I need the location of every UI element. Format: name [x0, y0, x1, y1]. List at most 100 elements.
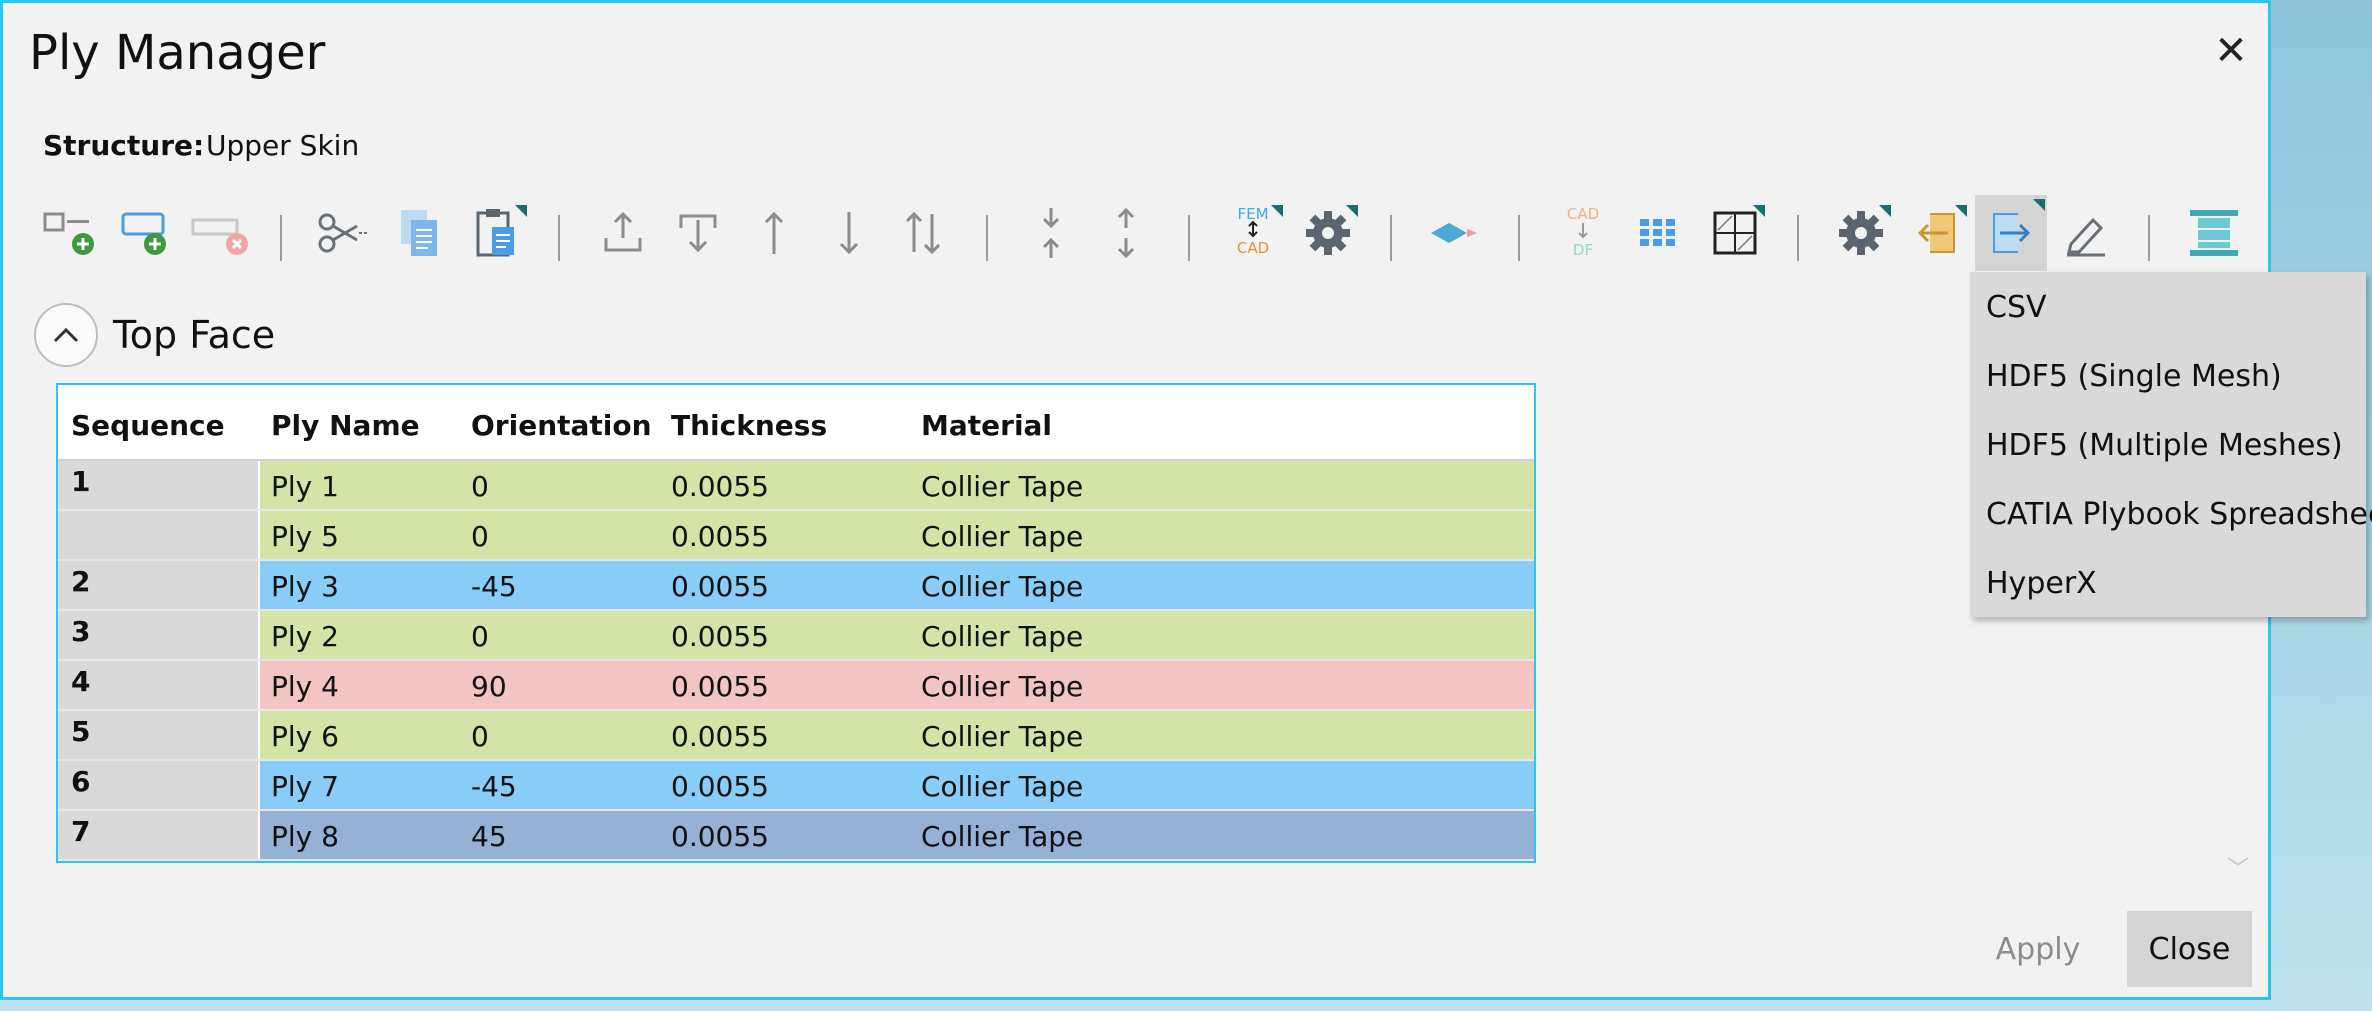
cell-sequence[interactable]: 6: [58, 761, 258, 809]
cell-thickness[interactable]: 0.0055: [671, 820, 769, 853]
structure-label: Structure:: [43, 129, 205, 162]
cell-orientation[interactable]: -45: [471, 570, 517, 603]
cell-sequence[interactable]: 1: [58, 461, 258, 509]
cell-sequence[interactable]: 7: [58, 811, 258, 859]
menu-item-hyperx[interactable]: HyperX: [1986, 566, 2097, 601]
close-button[interactable]: Close: [2127, 911, 2252, 987]
column-header-material[interactable]: Material: [921, 409, 1052, 442]
cell-ply-name[interactable]: Ply 6: [271, 720, 339, 753]
cell-ply-name[interactable]: Ply 5: [271, 520, 339, 553]
cell-ply-name[interactable]: Ply 7: [271, 770, 339, 803]
fem-cad-button[interactable]: FEM CAD: [1221, 201, 1285, 265]
swap-button[interactable]: [891, 201, 955, 265]
menu-item-hdf5-single-mesh[interactable]: HDF5 (Single Mesh): [1986, 359, 2282, 394]
cell-material[interactable]: Collier Tape: [921, 520, 1083, 553]
cad-df-button[interactable]: CAD DF: [1551, 201, 1615, 265]
cell-orientation[interactable]: 45: [471, 820, 507, 853]
cell-thickness[interactable]: 0.0055: [671, 720, 769, 753]
cell-thickness[interactable]: 0.0055: [671, 470, 769, 503]
apply-button[interactable]: Apply: [1973, 911, 2103, 987]
close-icon[interactable]: ✕: [2211, 31, 2251, 71]
table-row[interactable]: 6 Ply 7 -45 0.0055 Collier Tape: [58, 761, 1534, 811]
stack-view-button[interactable]: [2182, 201, 2246, 265]
cell-orientation[interactable]: 0: [471, 520, 489, 553]
table-row[interactable]: Ply 5 0 0.0055 Collier Tape: [58, 511, 1534, 561]
move-bottom-icon: [679, 214, 717, 253]
sequence-number: 6: [71, 765, 91, 798]
edit-button[interactable]: [2054, 201, 2118, 265]
cell-material[interactable]: Collier Tape: [921, 670, 1083, 703]
cut-button[interactable]: [311, 201, 375, 265]
settings-button[interactable]: [1296, 201, 1360, 265]
layer-button[interactable]: [1423, 201, 1487, 265]
menu-item-catia-plybook[interactable]: CATIA Plybook Spreadsheet: [1986, 497, 2372, 532]
arrow-up-icon: [764, 211, 784, 254]
cell-material[interactable]: Collier Tape: [921, 570, 1083, 603]
table-row[interactable]: 1 Ply 1 0 0.0055 Collier Tape: [58, 461, 1534, 511]
copy-button[interactable]: [388, 201, 452, 265]
move-to-top-button[interactable]: [591, 201, 655, 265]
column-header-sequence[interactable]: Sequence: [71, 409, 225, 442]
cell-ply-name[interactable]: Ply 1: [271, 470, 339, 503]
table-row[interactable]: 5 Ply 6 0 0.0055 Collier Tape: [58, 711, 1534, 761]
menu-item-hdf5-multiple-meshes[interactable]: HDF5 (Multiple Meshes): [1986, 428, 2343, 463]
split-sequence-button[interactable]: [1094, 201, 1158, 265]
scissors-icon: [318, 213, 369, 253]
cell-orientation[interactable]: 0: [471, 620, 489, 653]
column-header-orientation[interactable]: Orientation: [471, 409, 652, 442]
add-ply-button[interactable]: [37, 201, 101, 265]
cell-material[interactable]: Collier Tape: [921, 620, 1083, 653]
table-row[interactable]: 7 Ply 8 45 0.0055 Collier Tape: [58, 811, 1534, 861]
table-row[interactable]: 2 Ply 3 -45 0.0055 Collier Tape: [58, 561, 1534, 611]
move-to-bottom-button[interactable]: [666, 201, 730, 265]
scroll-down-icon[interactable]: ﹀: [2227, 851, 2249, 883]
menu-item-csv[interactable]: CSV: [1986, 290, 2047, 325]
table-row[interactable]: 4 Ply 4 90 0.0055 Collier Tape: [58, 661, 1534, 711]
paste-button[interactable]: [465, 201, 529, 265]
cell-material[interactable]: Collier Tape: [921, 820, 1083, 853]
cell-ply-name[interactable]: Ply 8: [271, 820, 339, 853]
cell-thickness[interactable]: 0.0055: [671, 620, 769, 653]
cell-sequence[interactable]: 5: [58, 711, 258, 759]
column-header-thickness[interactable]: Thickness: [671, 409, 827, 442]
remove-ply-button[interactable]: [189, 201, 253, 265]
cell-thickness[interactable]: 0.0055: [671, 570, 769, 603]
table-view-button[interactable]: [1703, 201, 1767, 265]
options-button[interactable]: [1829, 201, 1893, 265]
arrow-down-icon: [839, 212, 859, 255]
move-top-icon: [604, 211, 642, 252]
table-header: Sequence Ply Name Orientation Thickness …: [58, 385, 1534, 461]
cell-orientation[interactable]: 0: [471, 470, 489, 503]
move-up-button[interactable]: [742, 201, 806, 265]
cell-sequence[interactable]: [58, 511, 258, 559]
cell-material[interactable]: Collier Tape: [921, 720, 1083, 753]
cell-sequence[interactable]: 4: [58, 661, 258, 709]
cell-orientation[interactable]: 90: [471, 670, 507, 703]
cad-df-icon: CAD DF: [1567, 205, 1599, 259]
grid-view-button[interactable]: [1626, 201, 1690, 265]
cell-orientation[interactable]: -45: [471, 770, 517, 803]
cell-orientation[interactable]: 0: [471, 720, 489, 753]
svg-text:CAD: CAD: [1237, 239, 1269, 257]
cell-ply-name[interactable]: Ply 2: [271, 620, 339, 653]
section-toggle-button[interactable]: [34, 303, 98, 367]
cell-thickness[interactable]: 0.0055: [671, 770, 769, 803]
cell-sequence[interactable]: 2: [58, 561, 258, 609]
cell-thickness[interactable]: 0.0055: [671, 520, 769, 553]
cell-material[interactable]: Collier Tape: [921, 770, 1083, 803]
cell-material[interactable]: Collier Tape: [921, 470, 1083, 503]
move-down-button[interactable]: [817, 201, 881, 265]
chevron-up-icon: [53, 327, 79, 343]
cell-sequence[interactable]: 3: [58, 611, 258, 659]
export-button[interactable]: [1975, 195, 2047, 271]
copy-icon: [401, 210, 437, 256]
cell-thickness[interactable]: 0.0055: [671, 670, 769, 703]
import-button[interactable]: [1905, 201, 1969, 265]
column-header-ply-name[interactable]: Ply Name: [271, 409, 420, 442]
export-icon: [1993, 213, 2031, 253]
add-group-button[interactable]: [115, 201, 179, 265]
table-row[interactable]: 3 Ply 2 0 0.0055 Collier Tape: [58, 611, 1534, 661]
merge-sequence-button[interactable]: [1019, 201, 1083, 265]
cell-ply-name[interactable]: Ply 3: [271, 570, 339, 603]
cell-ply-name[interactable]: Ply 4: [271, 670, 339, 703]
